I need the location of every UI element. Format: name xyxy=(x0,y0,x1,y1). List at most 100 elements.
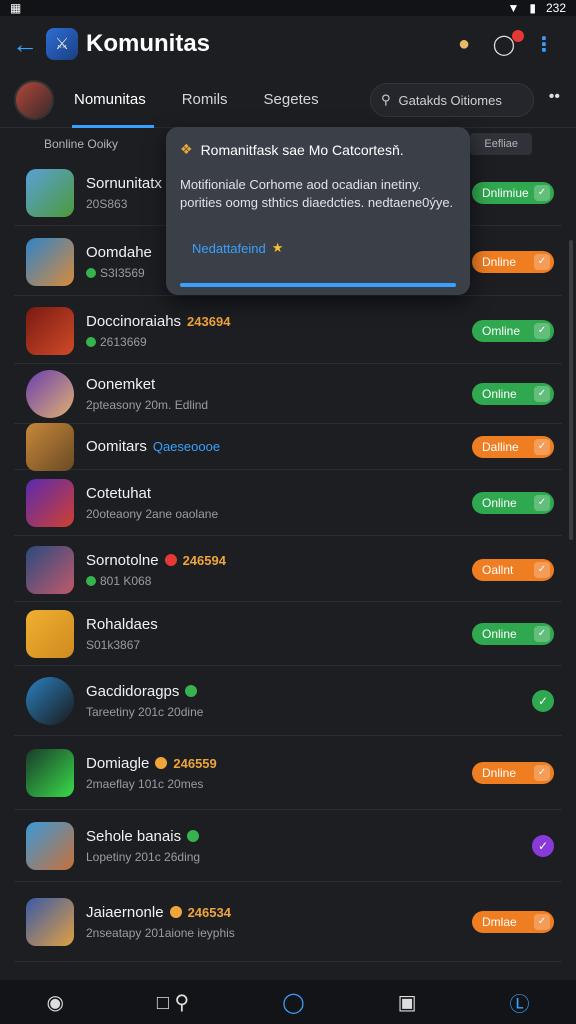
game-icon xyxy=(26,821,74,870)
status-label: Dnline xyxy=(482,765,517,780)
popover-link[interactable]: Nedattafeind ★ xyxy=(192,240,456,256)
item-score: 243694 xyxy=(187,313,231,329)
item-name-line: Jaiaernonle 246534 xyxy=(86,904,472,921)
battery-icon: ▮ xyxy=(529,1,536,15)
bottom-nav: ◉ □ ⚲ ◯ ▣ Ⓛ xyxy=(0,980,576,1024)
item-info: Rohaldaes S01k3867 xyxy=(86,616,472,652)
online-dot-icon xyxy=(86,575,96,586)
item-name: Sehole banais xyxy=(86,827,182,845)
item-score: 246594 xyxy=(182,552,226,568)
list-item[interactable]: Gacdidoragps Tareetiny 201c 20dine ✓ xyxy=(14,666,562,736)
item-info: Cotetuhat 20oteaony 2ane oaolane xyxy=(86,485,472,521)
popover-progress-bar xyxy=(180,283,456,287)
back-arrow-icon[interactable]: ← xyxy=(12,29,46,60)
status-label: Dmlae xyxy=(482,914,517,929)
status-dot-icon xyxy=(185,685,198,697)
tab-romils[interactable]: Romils xyxy=(182,72,228,128)
status-label: Omline xyxy=(482,323,521,338)
wifi-icon: ▼ xyxy=(507,1,520,15)
scrollbar[interactable] xyxy=(569,240,573,540)
list-item[interactable]: Sornotolne 246594 801 K068 Oallnt ✓ xyxy=(14,538,562,602)
item-subtitle-line: 2maeflay 101c 20mes xyxy=(86,777,472,791)
item-subtitle: 20S863 xyxy=(86,196,128,211)
status-label: Online xyxy=(482,626,517,641)
group-icon[interactable]: ● xyxy=(444,33,484,56)
status-dot-icon xyxy=(164,554,177,566)
item-subtitle: 20oteaony 2ane oaolane xyxy=(86,506,219,521)
status-dot-icon xyxy=(187,830,200,842)
popover-link-text[interactable]: Nedattafeind xyxy=(192,241,266,256)
item-subtitle: Lopetiny 201c 26ding xyxy=(86,849,201,864)
status-badge[interactable]: Dalline ✓ xyxy=(472,435,554,458)
status-badge[interactable]: Online ✓ xyxy=(472,491,554,514)
tab-nomunitas[interactable]: Nomunitas xyxy=(72,72,154,128)
check-icon: ✓ xyxy=(534,253,550,270)
list-header-filter[interactable]: Eefliae xyxy=(470,133,532,155)
item-name-line: Rohaldaes xyxy=(86,616,472,633)
list-item[interactable]: Jaiaernonle 246534 2nseatapy 201aione ieyp… xyxy=(14,882,562,962)
game-icon xyxy=(26,748,74,797)
status-badge[interactable]: Oallnt ✓ xyxy=(472,558,554,581)
status-badge[interactable]: Online ✓ xyxy=(472,382,554,405)
check-icon: ✓ xyxy=(534,494,550,511)
item-tag[interactable]: Qaeseoooe xyxy=(153,439,220,454)
item-name: Rohaldaes xyxy=(86,615,158,633)
list-item[interactable]: Doccinoraiahs 243694 2613669 Omline ✓ xyxy=(14,298,562,364)
status-badge[interactable]: Omline ✓ xyxy=(472,319,554,342)
item-subtitle-line: 2nseatapy 201aione ieyphis xyxy=(86,926,472,940)
list-item[interactable]: Sehole banais Lopetiny 201c 26ding ✓ xyxy=(14,810,562,882)
list-item[interactable]: Rohaldaes S01k3867 Online ✓ xyxy=(14,602,562,666)
list-item[interactable]: Domiagle 246559 2maeflay 101c 20mes Dnline ✓ xyxy=(14,736,562,810)
user-avatar[interactable] xyxy=(14,79,54,120)
item-info: Sornotolne 246594 801 K068 xyxy=(86,552,472,588)
status-badge[interactable]: Dnline ✓ xyxy=(472,250,554,273)
gallery-icon[interactable]: □ ⚲ xyxy=(157,990,189,1015)
check-icon: ✓ xyxy=(534,184,550,201)
list-item[interactable]: Cotetuhat 20oteaony 2ane oaolane Online ✓ xyxy=(14,470,562,536)
item-subtitle-line: Tareetiny 201c 20dine xyxy=(86,705,532,719)
item-name-line: Sehole banais xyxy=(86,828,532,845)
status-badge[interactable]: Dmlae ✓ xyxy=(472,910,554,933)
check-icon: ✓ xyxy=(534,438,550,455)
explore-icon[interactable]: ◯ xyxy=(282,990,304,1015)
search-text: Gatakds Oitiomes xyxy=(398,92,502,108)
check-icon: ✓ xyxy=(534,385,550,402)
sparkle-icon: ❖ xyxy=(180,141,193,157)
profile-icon[interactable]: Ⓛ xyxy=(509,988,529,1017)
more-vertical-icon[interactable]: ⋮ xyxy=(524,32,564,57)
search-input[interactable]: ⚲ Gatakds Oitiomes xyxy=(370,83,534,117)
item-name-line: Gacdidoragps xyxy=(86,683,532,700)
star-icon: ★ xyxy=(271,240,284,255)
item-info: Oonemket 2pteasony 20m. Edlind xyxy=(86,376,472,412)
search-icon: ⚲ xyxy=(381,92,391,107)
tab-segetes[interactable]: Segetes xyxy=(264,72,319,128)
check-circle-icon[interactable]: ✓ xyxy=(532,689,554,712)
item-name-line: Domiagle 246559 xyxy=(86,755,472,772)
popover-title: ❖ Romanitfask sae Mo Catcortesň. xyxy=(180,141,456,158)
game-icon xyxy=(26,369,74,418)
item-subtitle: 2613669 xyxy=(100,334,147,349)
tab-overflow-icon[interactable]: •• xyxy=(549,88,560,106)
status-badge[interactable]: Dnline ✓ xyxy=(472,761,554,784)
game-icon xyxy=(26,168,74,217)
item-subtitle-line: 2pteasony 20m. Edlind xyxy=(86,398,472,412)
status-badge[interactable]: Dnlimiue ✓ xyxy=(472,181,554,204)
item-score: 246534 xyxy=(187,904,231,920)
check-icon: ✓ xyxy=(534,913,550,930)
item-info: Oomitars Qaeseoooe xyxy=(86,438,472,455)
check-circle-icon[interactable]: ✓ xyxy=(532,834,554,857)
status-badge[interactable]: Online ✓ xyxy=(472,622,554,645)
item-name: Gacdidoragps xyxy=(86,682,180,700)
list-item[interactable]: Oomitars Qaeseoooe Dalline ✓ xyxy=(14,422,562,471)
list-item[interactable]: Oonemket 2pteasony 20m. Edlind Online ✓ xyxy=(14,364,562,424)
edit-icon[interactable]: ▣ xyxy=(398,990,417,1015)
home-icon[interactable]: ◉ xyxy=(46,990,63,1015)
status-label: Online xyxy=(482,386,517,401)
item-name-line: Sornotolne 246594 xyxy=(86,552,472,569)
app-logo: ⚔ xyxy=(46,28,78,60)
item-name: Oonemket xyxy=(86,375,156,393)
item-subtitle: Tareetiny 201c 20dine xyxy=(86,704,204,719)
status-label: Dnline xyxy=(482,254,517,269)
item-name-line: Oonemket xyxy=(86,376,472,393)
item-name: Doccinoraiahs xyxy=(86,312,182,330)
